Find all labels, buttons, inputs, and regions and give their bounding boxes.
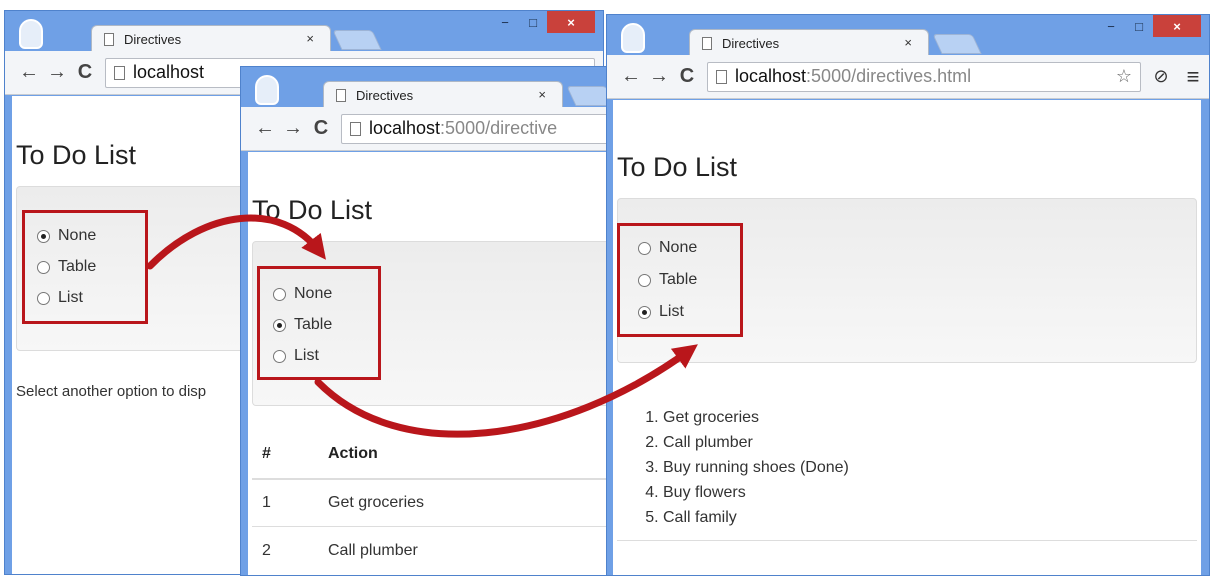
- extension-icon[interactable]: ⊘: [1145, 66, 1177, 87]
- url-host: localhost: [735, 66, 807, 86]
- table-divider: [252, 526, 613, 527]
- page-icon: [350, 121, 361, 136]
- url-host: localhost: [369, 118, 441, 138]
- back-icon[interactable]: ←: [251, 117, 279, 140]
- new-tab-button[interactable]: [332, 30, 382, 50]
- page-icon: [336, 88, 346, 102]
- url-path: :5000/directives.html: [806, 66, 972, 86]
- menu-icon[interactable]: ≡: [1177, 64, 1209, 90]
- title-bar: Directives ×: [241, 67, 613, 108]
- url-host: localhost: [133, 62, 205, 82]
- maximize-icon[interactable]: □: [519, 11, 547, 33]
- list-item: Buy flowers: [663, 480, 849, 505]
- back-icon[interactable]: ←: [15, 61, 43, 84]
- tab-directives[interactable]: Directives ×: [323, 81, 563, 108]
- minimize-icon[interactable]: −: [1097, 15, 1125, 37]
- forward-icon[interactable]: →: [645, 65, 673, 88]
- toolbar: ← → C localhost :5000/directive: [241, 107, 613, 151]
- page-title: To Do List: [16, 140, 137, 170]
- page-icon: [104, 32, 114, 46]
- reload-icon[interactable]: C: [307, 117, 335, 140]
- close-icon[interactable]: ×: [1153, 15, 1201, 37]
- new-tab-button[interactable]: [932, 34, 982, 54]
- page-icon: [702, 36, 712, 50]
- toolbar: ← → C localhost :5000/directives.html ☆ …: [607, 55, 1209, 99]
- back-icon[interactable]: ←: [617, 65, 645, 88]
- table-cell-action: Call plumber: [328, 542, 418, 559]
- column-header-number: #: [262, 445, 271, 462]
- star-icon[interactable]: ☆: [1116, 66, 1132, 87]
- window-controls: − □ ×: [491, 11, 595, 33]
- page-title: To Do List: [617, 152, 738, 182]
- minimize-icon[interactable]: −: [491, 11, 519, 33]
- address-bar[interactable]: localhost :5000/directive: [341, 113, 613, 144]
- maximize-icon[interactable]: □: [1125, 15, 1153, 37]
- todo-list: Get groceries Call plumber Buy running s…: [643, 405, 849, 530]
- list-item: Get groceries: [663, 405, 849, 430]
- tab-title: Directives: [722, 35, 780, 51]
- url-path: :5000/directive: [440, 118, 558, 138]
- forward-icon[interactable]: →: [279, 117, 307, 140]
- title-bar: Directives × − □ ×: [5, 11, 603, 52]
- status-message: Select another option to disp: [16, 383, 207, 400]
- forward-icon[interactable]: →: [43, 61, 71, 84]
- page-content: To Do List None Table List # Action 1 Ge…: [248, 152, 613, 575]
- address-bar[interactable]: localhost :5000/directives.html ☆: [707, 61, 1141, 92]
- reload-icon[interactable]: C: [71, 61, 99, 84]
- list-divider: [617, 540, 1197, 541]
- highlight-box: [617, 223, 743, 337]
- tab-title: Directives: [356, 87, 414, 103]
- tab-close-icon[interactable]: ×: [306, 31, 314, 46]
- page-content: To Do List None Table List Get groceries…: [613, 100, 1201, 575]
- highlight-box: [22, 210, 148, 324]
- table-cell-action: Get groceries: [328, 494, 425, 511]
- column-header-action: Action: [328, 445, 378, 462]
- tab-title: Directives: [124, 31, 182, 47]
- list-item: Call family: [663, 505, 849, 530]
- tab-close-icon[interactable]: ×: [904, 35, 912, 50]
- close-icon[interactable]: ×: [547, 11, 595, 33]
- profile-icon[interactable]: [255, 75, 279, 105]
- list-item: Call plumber: [663, 430, 849, 455]
- profile-icon[interactable]: [19, 19, 43, 49]
- list-item: Buy running shoes (Done): [663, 455, 849, 480]
- tab-directives[interactable]: Directives ×: [689, 29, 929, 56]
- page-icon: [716, 69, 727, 84]
- title-bar: Directives × − □ ×: [607, 15, 1209, 56]
- tab-directives[interactable]: Directives ×: [91, 25, 331, 52]
- browser-window-list: Directives × − □ × ← → C localhost :5000…: [606, 14, 1210, 576]
- tab-close-icon[interactable]: ×: [538, 87, 546, 102]
- browser-window-table: Directives × ← → C localhost :5000/direc…: [240, 66, 614, 576]
- page-title: To Do List: [252, 195, 373, 225]
- window-controls: − □ ×: [1097, 15, 1201, 37]
- highlight-box: [257, 266, 381, 380]
- table-cell-number: 2: [262, 542, 271, 559]
- page-icon: [114, 65, 125, 80]
- table-cell-number: 1: [262, 494, 271, 511]
- reload-icon[interactable]: C: [673, 65, 701, 88]
- profile-icon[interactable]: [621, 23, 645, 53]
- table-divider: [252, 478, 613, 480]
